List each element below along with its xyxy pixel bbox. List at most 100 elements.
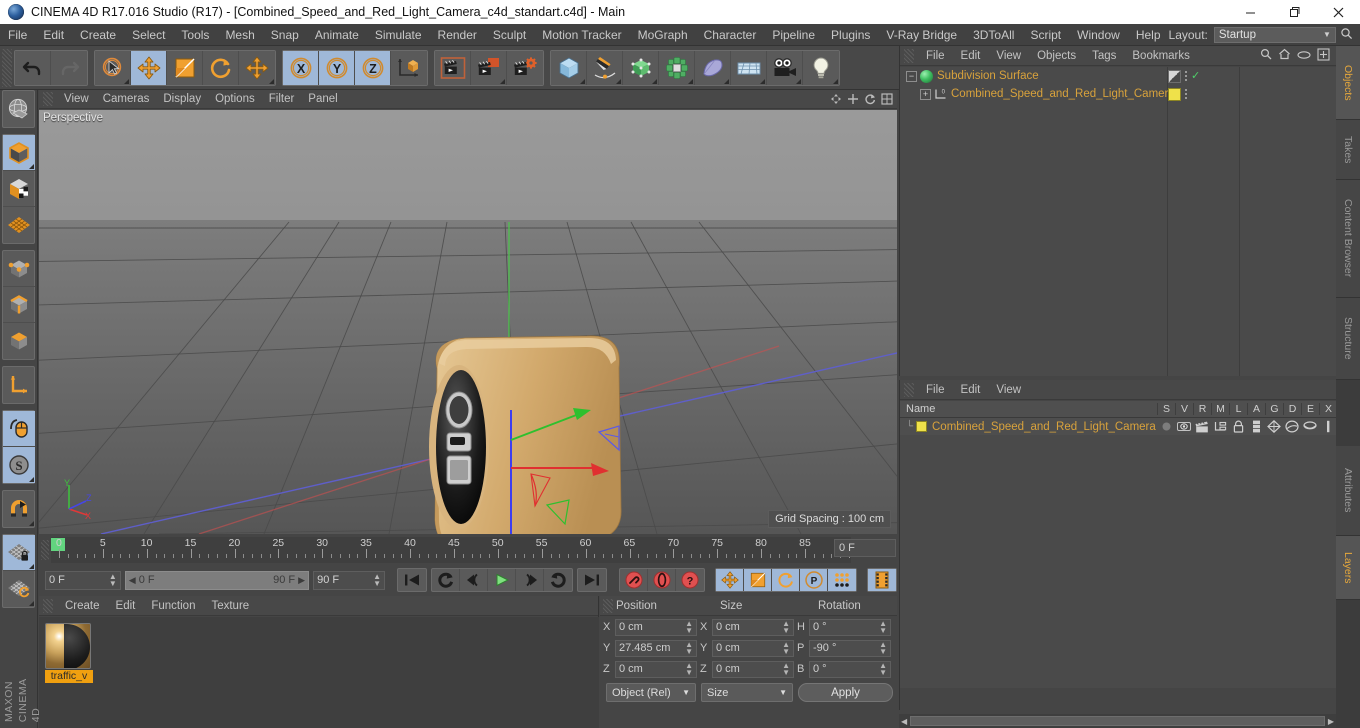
render-view-button[interactable]	[435, 50, 471, 85]
material-menu-create[interactable]: Create	[57, 596, 108, 616]
layout-dropdown[interactable]: Startup ▼	[1213, 26, 1336, 43]
menu-select[interactable]: Select	[124, 24, 173, 46]
object-name[interactable]: Combined_Speed_and_Red_Light_Camera	[951, 88, 1175, 100]
tool-expand-corner[interactable]	[724, 78, 729, 84]
timeline-track[interactable]: 051015202530354045505560657075808590	[51, 537, 855, 563]
axis-mode-button[interactable]	[3, 367, 35, 403]
undo-button[interactable]	[15, 50, 51, 85]
gradient-tag[interactable]	[1168, 69, 1181, 83]
layer-list[interactable]: └ Combined_Speed_and_Red_Light_Camera	[900, 418, 1337, 688]
tab-content-browser[interactable]: Content Browser	[1336, 180, 1360, 298]
maximize-view-icon[interactable]	[881, 93, 893, 105]
column-m[interactable]: M	[1211, 403, 1229, 415]
redo-button[interactable]	[51, 50, 87, 85]
toolbar-grip[interactable]	[2, 48, 12, 87]
column-d[interactable]: D	[1283, 403, 1301, 415]
edges-mode-button[interactable]	[3, 287, 35, 323]
scale-key-button[interactable]	[744, 569, 772, 591]
points-mode-button[interactable]	[3, 251, 35, 287]
timeline-grip[interactable]	[41, 540, 49, 560]
texture-mode-button[interactable]	[3, 171, 35, 207]
magnet-tool-button[interactable]	[3, 491, 35, 527]
column-v[interactable]: V	[1175, 403, 1193, 415]
panel-grip[interactable]	[904, 382, 914, 397]
rotation-p-field[interactable]: -90 ° ▲ ▼	[809, 639, 891, 657]
spinner-icon[interactable]: ▲ ▼	[782, 662, 790, 677]
material-menu-function[interactable]: Function	[143, 596, 203, 616]
material-preview-sphere[interactable]	[45, 623, 91, 669]
viewport-menu-options[interactable]: Options	[208, 90, 262, 109]
visible-eye-icon[interactable]	[1175, 421, 1193, 432]
layer-name[interactable]: Combined_Speed_and_Red_Light_Camera	[932, 421, 1156, 433]
xref-icon[interactable]	[1319, 420, 1337, 433]
column-x[interactable]: X	[1319, 403, 1337, 415]
spinner-icon[interactable]: ▲ ▼	[782, 641, 790, 656]
tool-expand-corner[interactable]	[500, 78, 505, 84]
lm-menu-view[interactable]: View	[988, 380, 1029, 400]
object-row-subdivision-surface[interactable]: − Subdivision Surface ✓	[900, 67, 1337, 85]
workplane-mode-button[interactable]	[3, 207, 35, 243]
tool-expand-corner[interactable]	[29, 164, 34, 169]
tool-expand-corner[interactable]	[833, 78, 838, 84]
timeline-window-button[interactable]	[868, 569, 896, 591]
column-g[interactable]: G	[1265, 403, 1283, 415]
add-nurbs-button[interactable]	[623, 50, 659, 85]
workplane-lock-button[interactable]	[3, 535, 35, 571]
panel-grip[interactable]	[43, 598, 53, 613]
spinner-icon[interactable]: ▲ ▼	[373, 573, 381, 588]
preview-range-bar[interactable]: ◀ 0 F 90 F ▶	[124, 570, 310, 590]
coordinate-mode-dropdown[interactable]: Object (Rel) ▼	[606, 683, 696, 702]
menu-vray-bridge[interactable]: V-Ray Bridge	[878, 24, 965, 46]
column-e[interactable]: E	[1301, 403, 1319, 415]
scrollbar-thumb[interactable]	[910, 716, 1325, 726]
material-item[interactable]: traffic_v	[45, 623, 93, 683]
timeline-ruler[interactable]: 051015202530354045505560657075808590 0 F	[39, 536, 897, 564]
keyframe-selection-button[interactable]: ?	[676, 569, 704, 591]
position-z-field[interactable]: 0 cm ▲ ▼	[615, 660, 697, 678]
position-y-field[interactable]: 27.485 cm ▲ ▼	[615, 639, 697, 657]
viewport-menu-cameras[interactable]: Cameras	[96, 90, 157, 109]
new-layer-icon[interactable]	[1317, 47, 1330, 64]
generator-icon[interactable]	[1265, 420, 1283, 433]
scroll-left-arrow-icon[interactable]: ◀	[901, 717, 907, 726]
maximize-icon[interactable]	[1272, 0, 1316, 24]
pan-icon[interactable]	[830, 93, 842, 105]
record-keyframe-button[interactable]	[620, 569, 648, 591]
lock-icon[interactable]	[1229, 420, 1247, 433]
tool-expand-corner[interactable]	[580, 78, 585, 84]
render-to-picture-viewer-button[interactable]	[471, 50, 507, 85]
enabled-check-icon[interactable]: ✓	[1191, 70, 1200, 82]
move-duplicate-button[interactable]	[239, 50, 275, 85]
panel-grip[interactable]	[603, 598, 613, 613]
menu-render[interactable]: Render	[430, 24, 485, 46]
object-name[interactable]: Subdivision Surface	[937, 70, 1039, 82]
tool-expand-corner[interactable]	[29, 477, 34, 482]
lock-x-axis-button[interactable]: X	[283, 50, 319, 85]
lock-z-axis-button[interactable]: Z	[355, 50, 391, 85]
eye-icon[interactable]	[1297, 49, 1311, 63]
close-icon[interactable]	[1316, 0, 1360, 24]
play-button[interactable]	[488, 569, 516, 591]
menu-create[interactable]: Create	[72, 24, 124, 46]
spinner-icon[interactable]: ▲ ▼	[685, 662, 693, 677]
render-clapper-icon[interactable]	[1193, 421, 1211, 433]
tab-structure[interactable]: Structure	[1336, 298, 1360, 380]
column-s[interactable]: S	[1157, 403, 1175, 415]
om-menu-edit[interactable]: Edit	[953, 46, 989, 66]
lock-y-axis-button[interactable]: Y	[319, 50, 355, 85]
menu-pipeline[interactable]: Pipeline	[764, 24, 823, 46]
spinner-icon[interactable]: ▲ ▼	[879, 662, 887, 677]
tab-takes[interactable]: Takes	[1336, 120, 1360, 180]
lm-menu-file[interactable]: File	[918, 380, 953, 400]
autokeying-button[interactable]	[648, 569, 676, 591]
deformer-icon[interactable]	[1283, 420, 1301, 433]
menu-snap[interactable]: Snap	[263, 24, 307, 46]
object-tree[interactable]: − Subdivision Surface ✓ + 0 Combined_Spe…	[900, 67, 1337, 376]
om-menu-objects[interactable]: Objects	[1029, 46, 1084, 66]
max-frame-field[interactable]: 90 F ▲ ▼	[313, 570, 385, 590]
viewport-solo-button[interactable]	[3, 411, 35, 447]
add-spline-button[interactable]	[587, 50, 623, 85]
tool-expand-corner[interactable]	[124, 78, 129, 84]
expand-toggle-icon[interactable]: −	[906, 70, 917, 82]
animation-icon[interactable]	[1247, 420, 1265, 433]
